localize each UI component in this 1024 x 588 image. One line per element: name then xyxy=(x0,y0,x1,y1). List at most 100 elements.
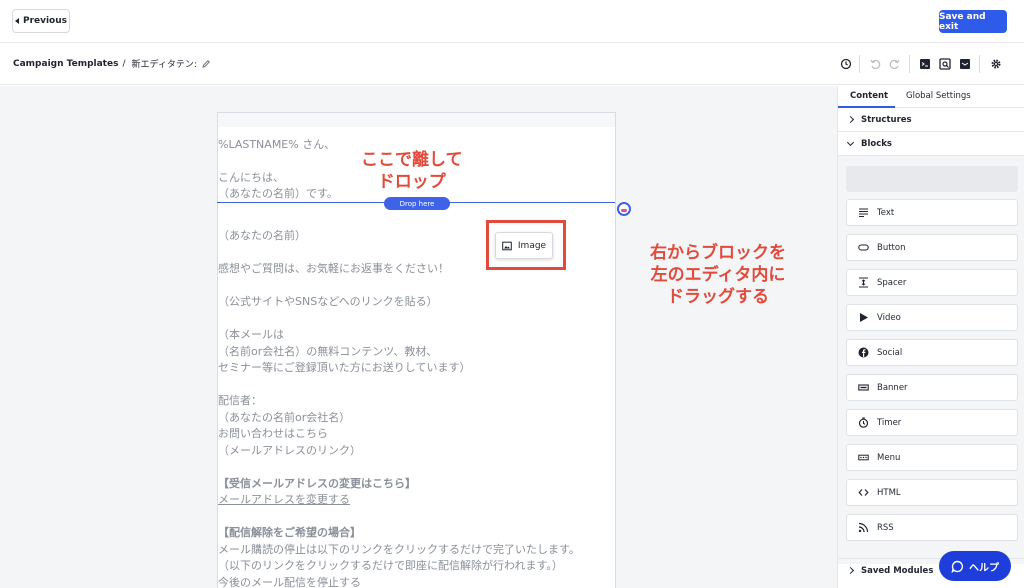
image-icon xyxy=(502,241,512,250)
previous-button[interactable]: Previous xyxy=(12,9,70,33)
button-icon xyxy=(858,244,869,251)
email-line[interactable]: 【配信解除をご希望の場合】 xyxy=(218,525,361,541)
annotation-drag-line: 右からブロックを xyxy=(650,243,786,263)
email-line[interactable]: %LASTNAME% さん、 xyxy=(218,137,335,153)
chevron-right-icon xyxy=(846,566,855,575)
toolbar-divider xyxy=(909,55,910,73)
annotation-drag-line: ドラッグする xyxy=(667,287,769,307)
toolbar-divider xyxy=(859,55,860,73)
annotation-drag-line: 左のエディタ内に xyxy=(650,265,786,285)
settings-icon[interactable] xyxy=(989,57,1003,71)
chevron-right-icon xyxy=(846,115,855,124)
email-header-strip xyxy=(218,113,615,127)
breadcrumb-root[interactable]: Campaign Templates xyxy=(13,59,118,69)
undo-icon[interactable] xyxy=(868,57,882,71)
email-line[interactable]: （本メールは xyxy=(218,327,284,343)
pencil-icon[interactable] xyxy=(201,59,211,69)
block-label: Video xyxy=(877,312,901,323)
chevron-down-icon xyxy=(846,138,855,146)
block-label: Text xyxy=(877,207,895,218)
annotation-drop-line: ドロップ xyxy=(377,172,446,192)
email-line[interactable]: 配信者： xyxy=(218,393,262,409)
annotation-drag: 右からブロックを 左のエディタ内に ドラッグする xyxy=(650,242,786,308)
block-timer[interactable]: Timer xyxy=(846,409,1018,436)
code-icon[interactable] xyxy=(918,57,932,71)
template-name[interactable]: 新エディタテン: xyxy=(131,57,196,70)
annotation-drop: ここで離して ドロップ xyxy=(361,149,463,193)
block-video[interactable]: Video xyxy=(846,304,1018,331)
previous-label: Previous xyxy=(22,16,68,26)
dragged-block-placeholder xyxy=(846,166,1018,192)
email-line[interactable]: （公式サイトやSNSなどへのリンクを貼る） xyxy=(218,294,438,310)
email-line[interactable]: （メールアドレスのリンク） xyxy=(218,443,361,459)
drag-cursor-icon xyxy=(617,202,631,216)
history-icon[interactable] xyxy=(839,57,853,71)
structures-label: Structures xyxy=(861,114,912,125)
block-label: Banner xyxy=(877,382,908,393)
drop-here-badge: Drop here xyxy=(384,197,450,210)
redo-icon[interactable] xyxy=(888,57,902,71)
toolbar-divider xyxy=(979,55,980,73)
saved-modules-label: Saved Modules xyxy=(861,565,934,576)
rss-icon xyxy=(858,522,869,533)
block-banner[interactable]: Banner xyxy=(846,374,1018,401)
editor-toolbar: Campaign Templates / 新エディタテン: xyxy=(0,43,1024,85)
email-line[interactable]: 感想やご質問は、お気軽にお返事をください！ xyxy=(218,261,449,277)
dragged-image-label: Image xyxy=(517,240,547,251)
test-email-icon[interactable] xyxy=(958,57,972,71)
top-bar: Previous Save and exit xyxy=(0,0,1024,43)
banner-icon xyxy=(858,384,869,391)
text-icon xyxy=(859,208,868,218)
email-line[interactable]: 【受信メールアドレスの変更はこちら】 xyxy=(218,476,416,492)
tab-content[interactable]: Content xyxy=(850,91,888,101)
email-line[interactable]: （以下のリンクをクリックするだけで即座に配信解除が行われます。） xyxy=(218,558,563,574)
timer-icon xyxy=(858,417,869,428)
block-label: HTML xyxy=(877,487,901,498)
dragged-image-block[interactable]: Image xyxy=(495,232,553,259)
help-label: ヘルプ xyxy=(969,562,999,574)
block-label: Social xyxy=(877,347,903,358)
editor-canvas[interactable]: %LASTNAME% さん、 こんにちは、 （あなたの名前）です。 （あなたの名… xyxy=(0,86,837,588)
block-label: Menu xyxy=(877,452,901,463)
facebook-icon xyxy=(858,347,869,358)
change-address-link[interactable]: メールアドレスを変更する xyxy=(218,492,350,508)
preview-icon[interactable] xyxy=(938,57,952,71)
block-label: RSS xyxy=(877,522,894,533)
spacer-icon xyxy=(859,277,868,288)
block-html[interactable]: HTML xyxy=(846,479,1018,506)
block-spacer[interactable]: Spacer xyxy=(846,269,1018,296)
block-label: Spacer xyxy=(877,277,907,288)
blocks-label: Blocks xyxy=(861,138,892,149)
block-label: Timer xyxy=(877,417,902,428)
email-line[interactable]: （あなたの名前） xyxy=(218,228,306,244)
email-line[interactable]: こんにちは、 xyxy=(218,170,284,186)
tab-global-settings[interactable]: Global Settings xyxy=(906,91,971,101)
block-label: Button xyxy=(877,242,906,253)
email-line[interactable]: （あなたの名前）です。 xyxy=(218,186,338,202)
help-button[interactable]: ヘルプ xyxy=(939,551,1011,581)
email-line[interactable]: セミナー等にご登録頂いた方にお送りしています） xyxy=(218,360,470,376)
blocks-section[interactable]: Blocks xyxy=(838,132,1024,156)
block-menu[interactable]: Menu xyxy=(846,444,1018,471)
menu-icon xyxy=(858,454,869,461)
email-line[interactable]: （名前or会社名）の無料コンテンツ、教材、 xyxy=(218,344,437,360)
video-icon xyxy=(860,313,868,322)
block-rss[interactable]: RSS xyxy=(846,514,1018,541)
email-line[interactable]: メール購読の停止は以下のリンクをクリックするだけで完了いたします。 xyxy=(218,542,580,558)
annotation-drop-line: ここで離して xyxy=(361,150,463,170)
unsubscribe-link[interactable]: 今後のメール配信を停止する xyxy=(218,575,361,588)
block-social[interactable]: Social xyxy=(846,339,1018,366)
save-and-exit-button[interactable]: Save and exit xyxy=(939,10,1007,33)
arrow-left-icon xyxy=(14,18,19,24)
panel-tabs: Content Global Settings xyxy=(838,86,1024,108)
email-line[interactable]: お問い合わせはこちら xyxy=(218,426,328,442)
breadcrumb: Campaign Templates / 新エディタテン: xyxy=(13,57,211,70)
code-icon xyxy=(858,489,869,496)
content-panel: Content Global Settings Structures Block… xyxy=(837,86,1024,588)
breadcrumb-separator: / xyxy=(122,58,126,69)
chat-icon xyxy=(951,560,964,573)
block-text[interactable]: Text xyxy=(846,199,1018,226)
email-line[interactable]: （あなたの名前or会社名） xyxy=(218,410,350,426)
block-button[interactable]: Button xyxy=(846,234,1018,261)
structures-section[interactable]: Structures xyxy=(838,108,1024,132)
